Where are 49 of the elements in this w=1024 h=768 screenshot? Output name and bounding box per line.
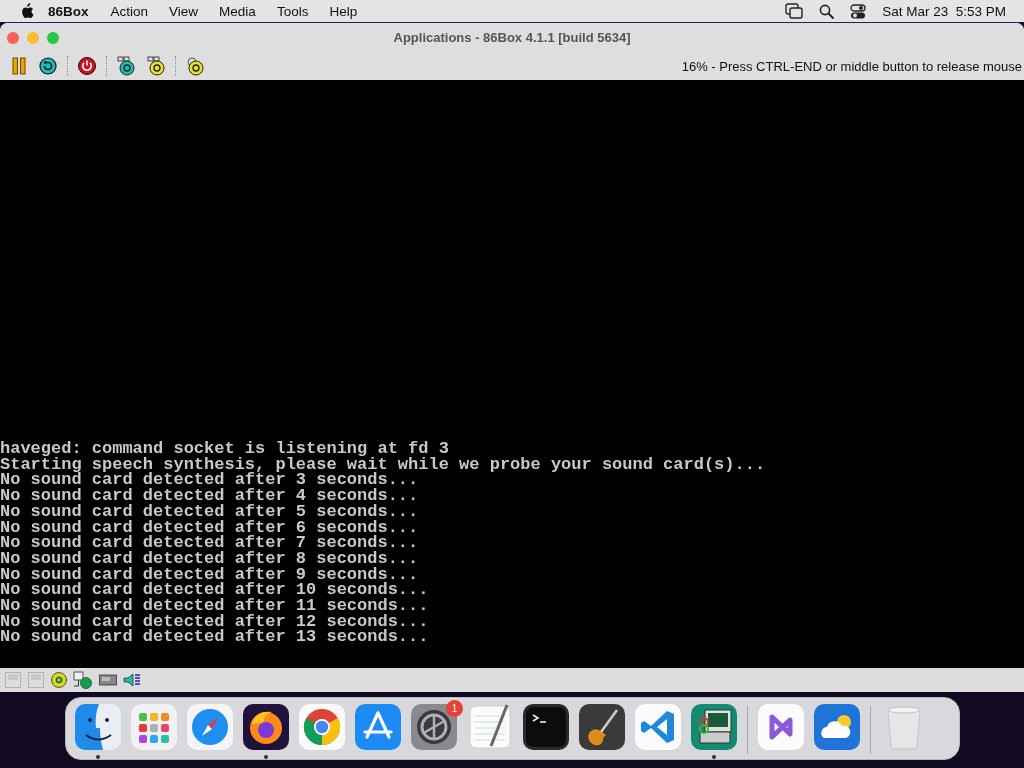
keys-gear-icon[interactable] (146, 56, 166, 76)
power-icon[interactable] (77, 56, 97, 76)
apple-icon[interactable] (20, 3, 34, 19)
console-line: No sound card detected after 6 seconds... (0, 519, 420, 536)
status-message: 16% - Press CTRL-END or middle button to release mouse (681, 58, 1022, 74)
ring-icon[interactable] (299, 704, 345, 750)
app-grid-icon[interactable] (131, 704, 177, 750)
search-icon[interactable] (819, 3, 835, 19)
console-line: No sound card detected after 11 seconds... (0, 597, 430, 614)
terminal-icon[interactable] (523, 704, 569, 750)
console-line: No sound card detected after 4 seconds... (0, 488, 420, 504)
clock[interactable]: Sat Mar 23 5:53 PM (882, 3, 1006, 19)
menu-item[interactable]: Help (329, 3, 358, 19)
window-title: Applications - 86Box 4.1.1 [build 5634] (393, 30, 631, 45)
infinity-icon[interactable] (758, 704, 804, 750)
console-line: No sound card detected after 8 seconds... (0, 550, 420, 567)
console-line: No sound card detected after 12 seconds... (0, 613, 430, 630)
console-line: No sound card detected after 5 seconds... (0, 503, 420, 520)
network-icon[interactable] (73, 671, 93, 689)
computer-icon[interactable] (691, 704, 737, 750)
windows-icon[interactable] (785, 3, 804, 19)
console-line: No sound card detected after 7 seconds... (0, 535, 420, 551)
speaker-icon[interactable] (123, 671, 141, 689)
menu-item[interactable]: View (169, 3, 199, 19)
console-line: haveged: command socket is listening at fd 3 (0, 441, 450, 457)
toggles-icon[interactable] (850, 3, 867, 19)
console-line: No sound card detected after 13 seconds... (0, 629, 430, 645)
drive-icon[interactable] (98, 671, 118, 689)
console-line: Starting speech synthesis, please wait while we probe your sound card(s)... (0, 456, 767, 473)
smiling-face-icon[interactable] (75, 704, 121, 750)
fox-globe-icon[interactable] (243, 704, 289, 750)
angle-brackets-icon[interactable] (635, 704, 681, 750)
disc-icon[interactable] (50, 671, 68, 689)
app-menu[interactable]: 86Box (48, 3, 89, 19)
menu-item[interactable]: Media (219, 3, 256, 19)
reset-icon[interactable] (38, 56, 58, 76)
console-line: No sound card detected after 9 seconds... (0, 566, 419, 583)
compass-icon[interactable] (187, 704, 233, 750)
keys-reset-icon[interactable] (116, 56, 136, 76)
console-line: No sound card detected after 3 seconds... (0, 472, 420, 489)
gear-icon[interactable] (411, 704, 457, 750)
console-line: No sound card detected after 10 seconds... (0, 582, 430, 598)
settings-icon[interactable] (185, 56, 205, 76)
menu-item[interactable]: Tools (276, 3, 309, 19)
notification-badge: 1 (446, 700, 463, 717)
notepad-icon[interactable] (467, 704, 513, 750)
cloud-sun-icon[interactable] (814, 704, 860, 750)
pause-icon[interactable] (10, 56, 28, 76)
menu-item[interactable]: Action (110, 3, 149, 19)
